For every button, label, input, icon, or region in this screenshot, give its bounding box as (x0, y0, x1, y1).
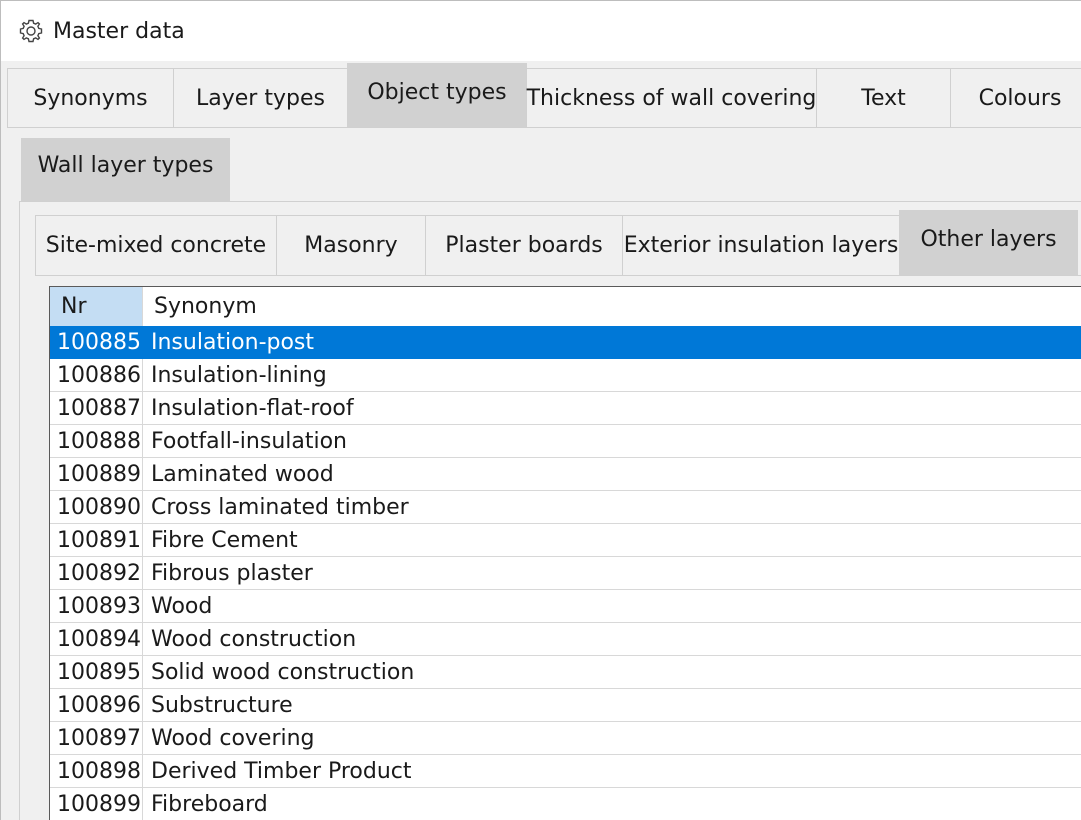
cell-synonym: Wood covering (151, 726, 315, 751)
table-row[interactable]: 100888 Footfall-insulation (50, 425, 1081, 458)
synonym-table[interactable]: Nr Synonym 100885 Insulation-post 100886 In… (49, 286, 1081, 820)
cell-synonym: Footfall-insulation (151, 429, 348, 454)
tab-object-types[interactable]: Object types (347, 63, 527, 127)
title-bar[interactable]: Master data (1, 1, 1081, 61)
table-header: Nr Synonym (50, 287, 1081, 327)
cell-nr: 100894 (50, 623, 143, 655)
table-row[interactable]: 100890 Cross laminated timber (50, 491, 1081, 524)
sub-panel-border (19, 201, 20, 820)
tab-exterior-insulation-layers[interactable]: Exterior insulation layers (622, 215, 900, 275)
table-row[interactable]: 100891 Fibre Cement (50, 524, 1081, 557)
cell-nr: 100889 (50, 458, 143, 490)
table-row[interactable]: 100887 Insulation-flat-roof (50, 392, 1081, 425)
cell-nr: 100887 (50, 392, 143, 424)
cell-synonym: Solid wood construction (151, 660, 415, 685)
table-row[interactable]: 100886 Insulation-lining (50, 359, 1081, 392)
cell-nr: 100892 (50, 557, 143, 589)
cell-synonym: Derived Timber Product (151, 759, 412, 784)
cell-synonym: Insulation-lining (151, 363, 327, 388)
cell-nr: 100895 (50, 656, 143, 688)
cell-nr: 100885 (50, 326, 143, 358)
main-tab-divider (7, 127, 1081, 128)
cell-synonym: Fibre Cement (151, 528, 298, 553)
cell-synonym: Cross laminated timber (151, 495, 409, 520)
cell-nr: 100890 (50, 491, 143, 523)
tab-site-mixed-concrete[interactable]: Site-mixed concrete (35, 215, 277, 275)
table-row[interactable]: 100893 Wood (50, 590, 1081, 623)
tab-plaster-boards[interactable]: Plaster boards (425, 215, 623, 275)
cell-synonym: Laminated wood (151, 462, 334, 487)
column-header-synonym[interactable]: Synonym (144, 287, 1044, 326)
cell-nr: 100893 (50, 590, 143, 622)
cell-nr: 100899 (50, 788, 143, 820)
sub-tab-divider (19, 201, 1081, 202)
cell-synonym: Fibrous plaster (151, 561, 313, 586)
tab-other-layers[interactable]: Other layers (899, 210, 1078, 275)
table-row[interactable]: 100892 Fibrous plaster (50, 557, 1081, 590)
table-row[interactable]: 100894 Wood construction (50, 623, 1081, 656)
cell-nr: 100886 (50, 359, 143, 391)
cell-synonym: Fibreboard (151, 792, 268, 817)
cell-nr: 100898 (50, 755, 143, 787)
tab-masonry[interactable]: Masonry (276, 215, 426, 275)
gear-icon (19, 19, 43, 43)
cell-nr: 100891 (50, 524, 143, 556)
cell-synonym: Wood (151, 594, 213, 619)
cell-nr: 100897 (50, 722, 143, 754)
table-row[interactable]: 100899 Fibreboard (50, 788, 1081, 820)
table-row[interactable]: 100898 Derived Timber Product (50, 755, 1081, 788)
cell-synonym: Insulation-flat-roof (151, 396, 354, 421)
cell-nr: 100888 (50, 425, 143, 457)
table-row[interactable]: 100889 Laminated wood (50, 458, 1081, 491)
table-row[interactable]: 100897 Wood covering (50, 722, 1081, 755)
cell-synonym: Substructure (151, 693, 293, 718)
master-data-window: Master data Synonyms Layer types Object … (0, 0, 1081, 820)
tab-wall-layer-types[interactable]: Wall layer types (21, 138, 230, 201)
tab-synonyms[interactable]: Synonyms (7, 68, 174, 127)
tab-text[interactable]: Text (816, 68, 951, 127)
category-tab-divider (35, 275, 1081, 276)
cell-synonym: Insulation-post (151, 330, 315, 355)
tab-thickness-of-wall-covering[interactable]: Thickness of wall covering (526, 68, 817, 127)
column-header-nr[interactable]: Nr (50, 287, 143, 326)
table-row[interactable]: 100885 Insulation-post (50, 326, 1081, 359)
window-title: Master data (53, 19, 185, 44)
cell-nr: 100896 (50, 689, 143, 721)
cell-synonym: Wood construction (151, 627, 357, 652)
table-row[interactable]: 100896 Substructure (50, 689, 1081, 722)
tab-layer-types[interactable]: Layer types (173, 68, 348, 127)
tab-colours[interactable]: Colours (950, 68, 1081, 127)
table-row[interactable]: 100895 Solid wood construction (50, 656, 1081, 689)
